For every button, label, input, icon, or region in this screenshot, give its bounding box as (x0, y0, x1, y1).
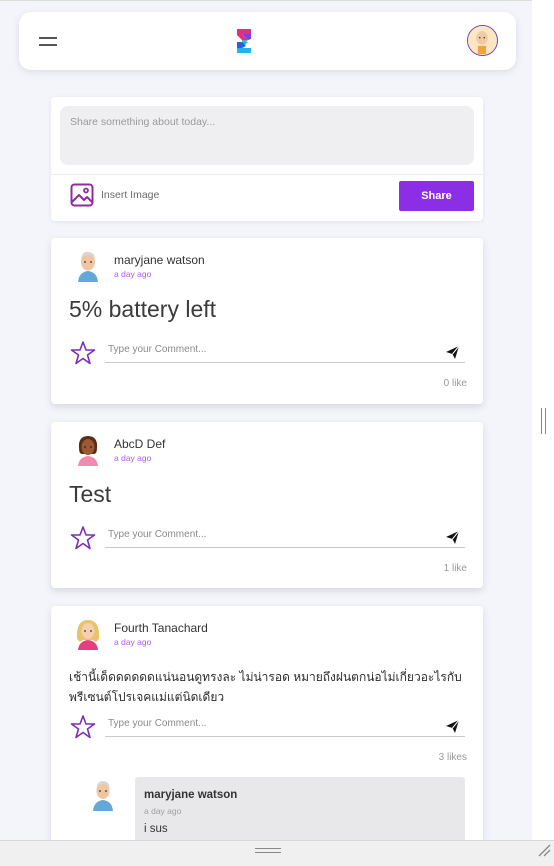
top-navbar (19, 12, 516, 70)
comment-input[interactable]: Type your Comment... (105, 524, 465, 548)
send-icon[interactable] (445, 719, 460, 734)
post-author[interactable]: Fourth Tanachard (114, 621, 208, 635)
comment-input[interactable]: Type your Comment... (105, 713, 465, 737)
resize-corner-icon[interactable] (537, 843, 551, 857)
insert-image-label: Insert Image (101, 189, 160, 201)
author-avatar (72, 248, 104, 282)
app-logo[interactable] (233, 28, 255, 54)
post-card: Fourth Tanachard a day ago เช้านี้เด็ดดด… (51, 606, 483, 840)
like-count: 3 likes (438, 752, 467, 763)
star-outline-icon[interactable] (70, 340, 96, 366)
reply-comment: maryjane watson a day ago i sus (135, 777, 465, 840)
post-timestamp: a day ago (114, 637, 152, 647)
reply-text: i sus (144, 823, 168, 835)
send-icon[interactable] (445, 530, 460, 545)
post-author[interactable]: maryjane watson (114, 253, 205, 267)
post-content: Test (69, 481, 112, 507)
post-content: เช้านี้เด็ดดดดดดแน่นอนดูทรงละ ไม่น่ารอด … (69, 670, 462, 704)
post-input[interactable]: Share something about today... (60, 106, 474, 165)
author-avatar (72, 432, 104, 466)
bottom-resize-bar (0, 840, 554, 866)
post-content: 5% battery left (69, 296, 217, 322)
send-icon[interactable] (445, 345, 460, 360)
comment-input[interactable]: Type your Comment... (105, 339, 465, 363)
post-author[interactable]: AbcD Def (114, 437, 165, 451)
reply-author-avatar (88, 777, 118, 811)
horizontal-resize-handle[interactable] (255, 848, 281, 856)
app-viewport: Share something about today... Insert Im… (0, 0, 532, 840)
image-icon (70, 183, 94, 207)
star-outline-icon[interactable] (70, 714, 96, 740)
composer-divider (51, 174, 483, 175)
insert-image-button[interactable]: Insert Image (70, 183, 159, 207)
star-outline-icon[interactable] (70, 525, 96, 551)
hamburger-menu-icon[interactable] (39, 34, 59, 48)
author-avatar (72, 616, 104, 650)
reply-author[interactable]: maryjane watson (144, 789, 237, 801)
vertical-resize-handle[interactable] (541, 408, 547, 434)
like-count: 0 like (443, 378, 467, 389)
post-timestamp: a day ago (114, 269, 152, 279)
post-card: maryjane watson a day ago 5% battery lef… (51, 238, 483, 404)
post-card: AbcD Def a day ago Test Type your Commen… (51, 422, 483, 588)
post-composer: Share something about today... Insert Im… (51, 97, 483, 221)
post-timestamp: a day ago (114, 453, 152, 463)
reply-timestamp: a day ago (144, 806, 182, 816)
like-count: 1 like (443, 563, 467, 574)
share-button[interactable]: Share (399, 181, 474, 211)
user-avatar[interactable] (467, 25, 498, 56)
